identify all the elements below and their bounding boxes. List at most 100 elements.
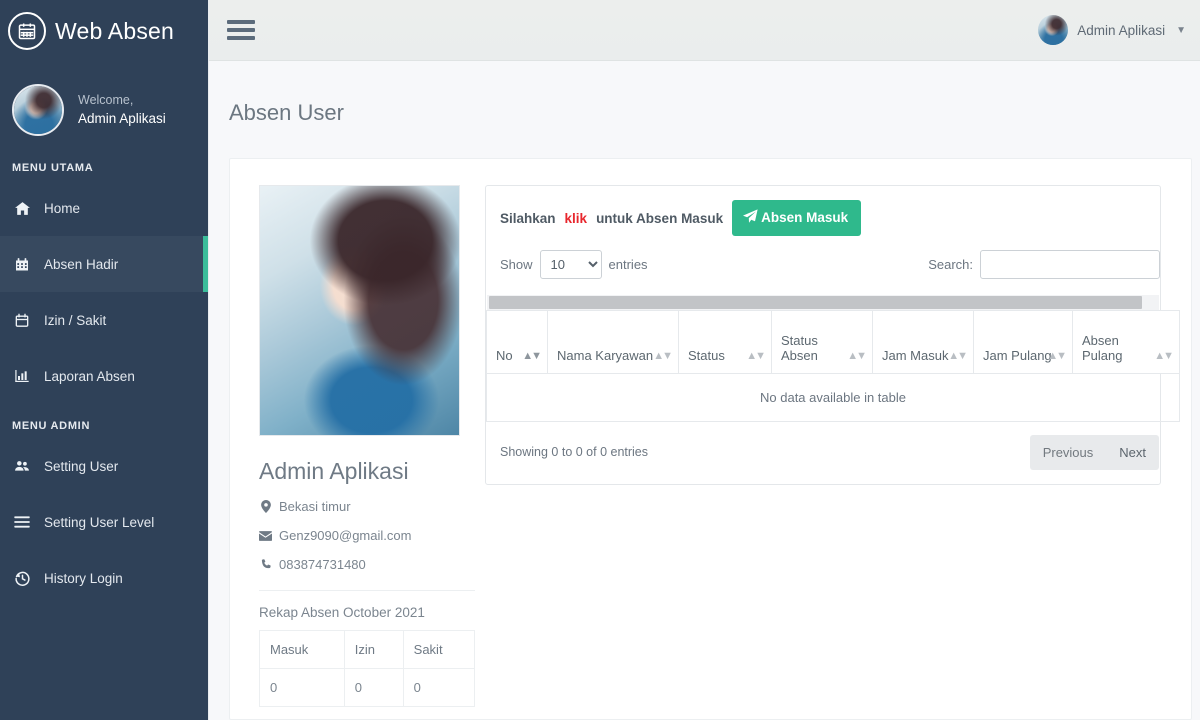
col-status-absen[interactable]: Status Absen ▲▼	[771, 309, 873, 374]
envelope-icon	[259, 531, 272, 541]
entries-label: entries	[608, 256, 648, 272]
sort-icon: ▲▼	[948, 349, 968, 362]
table-row: 0 0 0	[259, 668, 476, 708]
sort-icon: ▲▼	[1047, 349, 1067, 362]
rekap-col-sakit: Sakit	[402, 630, 476, 670]
absen-panel: Silahkan klik untuk Absen Masuk Absen Ma…	[485, 185, 1180, 485]
home-icon	[12, 200, 32, 217]
col-jam-masuk[interactable]: Jam Masuk ▲▼	[872, 309, 974, 374]
datatable-controls: Show 102550100 entries Search:	[486, 249, 1160, 279]
menu-section-admin: MENU ADMIN	[12, 420, 91, 432]
col-jam-pulang[interactable]: Jam Pulang ▲▼	[973, 309, 1073, 374]
profile-address-row: Bekasi timur	[259, 499, 475, 514]
col-no[interactable]: No ▲▼	[486, 309, 548, 374]
topbar: Admin Aplikasi ▼	[209, 0, 1200, 61]
sidebar-profile: Welcome, Admin Aplikasi	[0, 62, 208, 156]
sidebar-item-izin-sakit[interactable]: Izin / Sakit	[0, 292, 208, 348]
brand[interactable]: Web Absen	[0, 0, 208, 62]
profile-photo	[259, 185, 460, 437]
empty-message: No data available in table	[486, 372, 1180, 422]
map-marker-icon	[259, 500, 272, 514]
sidebar-item-label: Setting User Level	[44, 514, 155, 530]
scrollbar-thumb[interactable]	[489, 295, 1142, 309]
col-status[interactable]: Status ▲▼	[678, 309, 772, 374]
sidebar-item-laporan-absen[interactable]: Laporan Absen	[0, 348, 208, 404]
profile-phone: 083874731480	[279, 557, 366, 573]
rekap-title: Rekap Absen October 2021	[259, 605, 425, 621]
avatar	[1038, 15, 1069, 45]
list-bars-icon	[12, 515, 32, 529]
table-header-row: No ▲▼ Nama Karyawan ▲▼ Status ▲▼ Status …	[486, 309, 1180, 374]
main-content: Admin Aplikasi ▼ Absen User Admin Aplika…	[208, 0, 1200, 720]
datatable-length: Show 102550100 entries	[500, 249, 648, 279]
sort-icon: ▲▼	[522, 349, 542, 362]
table-row-empty: No data available in table	[486, 372, 1180, 422]
sidebar: Web Absen Welcome, Admin Aplikasi MENU U…	[0, 0, 208, 720]
profile-address: Bekasi timur	[279, 499, 351, 515]
profile-email: Genz9090@gmail.com	[279, 528, 412, 544]
sidebar-item-label: Setting User	[44, 458, 119, 474]
search-label: Search:	[928, 256, 973, 272]
prompt-highlight: klik	[564, 210, 588, 226]
history-clock-icon	[12, 570, 32, 587]
sidebar-item-label: Izin / Sakit	[44, 312, 107, 328]
users-icon	[12, 458, 32, 474]
rekap-val-sakit: 0	[402, 668, 476, 708]
hamburger-icon[interactable]	[227, 19, 255, 41]
sort-icon: ▲▼	[746, 349, 766, 362]
avatar	[12, 84, 64, 136]
entries-select[interactable]: 102550100	[539, 249, 602, 279]
app-root: Web Absen Welcome, Admin Aplikasi MENU U…	[0, 0, 1200, 720]
show-label: Show	[500, 256, 533, 272]
absen-masuk-label: Absen Masuk	[761, 210, 849, 226]
sort-icon: ▲▼	[847, 349, 867, 362]
prompt-prefix: Silahkan	[500, 210, 556, 226]
calendar-icon	[8, 12, 46, 50]
calendar-blank-icon	[12, 312, 32, 329]
absen-masuk-button[interactable]: Absen Masuk	[732, 200, 862, 236]
page-title: Absen User	[229, 99, 344, 125]
profile-phone-row: 083874731480	[259, 557, 475, 572]
sort-icon: ▲▼	[1154, 349, 1174, 362]
search-input[interactable]	[980, 249, 1160, 279]
datatable-scroller: No ▲▼ Nama Karyawan ▲▼ Status ▲▼ Status …	[486, 294, 1180, 422]
table-header-row: Masuk Izin Sakit	[259, 630, 476, 670]
sidebar-item-setting-user-level[interactable]: Setting User Level	[0, 494, 208, 550]
sort-icon: ▲▼	[653, 349, 673, 362]
next-button[interactable]: Next	[1106, 435, 1159, 470]
horizontal-scrollbar[interactable]	[487, 294, 1159, 310]
previous-button[interactable]: Previous	[1030, 435, 1107, 470]
divider	[259, 590, 475, 592]
welcome-label: Welcome,	[78, 92, 134, 107]
paper-plane-icon	[743, 209, 758, 227]
sidebar-item-label: Home	[44, 200, 81, 216]
sidebar-item-history-login[interactable]: History Login	[0, 550, 208, 606]
rekap-val-izin: 0	[343, 668, 404, 708]
pagination: Previous Next	[1029, 434, 1159, 470]
sidebar-item-label: Absen Hadir	[44, 256, 119, 272]
bar-chart-icon	[12, 368, 32, 384]
datatable-filter: Search:	[928, 249, 1160, 279]
topbar-user-name: Admin Aplikasi	[1077, 22, 1166, 38]
col-nama-karyawan[interactable]: Nama Karyawan ▲▼	[547, 309, 679, 374]
prompt-suffix: untuk Absen Masuk	[596, 210, 724, 226]
rekap-table: Masuk Izin Sakit 0 0 0	[259, 630, 476, 708]
welcome-username: Admin Aplikasi	[78, 111, 166, 127]
chevron-down-icon: ▼	[1176, 24, 1186, 36]
sidebar-item-label: History Login	[44, 570, 123, 586]
absen-column: Silahkan klik untuk Absen Masuk Absen Ma…	[485, 173, 1191, 719]
topbar-user-menu[interactable]: Admin Aplikasi ▼	[1038, 15, 1186, 45]
menu-section-main: MENU UTAMA	[12, 162, 94, 174]
rekap-col-masuk: Masuk	[259, 630, 345, 670]
profile-email-row: Genz9090@gmail.com	[259, 528, 475, 543]
sidebar-item-label: Laporan Absen	[44, 368, 135, 384]
profile-name: Admin Aplikasi	[259, 458, 409, 485]
datatable-info: Showing 0 to 0 of 0 entries	[500, 445, 649, 460]
profile-column: Admin Aplikasi Bekasi timur Genz9090@gma…	[230, 173, 485, 719]
brand-title: Web Absen	[55, 17, 175, 44]
sidebar-item-absen-hadir[interactable]: Absen Hadir	[0, 236, 208, 292]
datatable-footer: Showing 0 to 0 of 0 entries Previous Nex…	[486, 422, 1160, 484]
col-absen-pulang[interactable]: Absen Pulang ▲▼	[1072, 309, 1180, 374]
sidebar-item-home[interactable]: Home	[0, 180, 208, 236]
sidebar-item-setting-user[interactable]: Setting User	[0, 438, 208, 494]
